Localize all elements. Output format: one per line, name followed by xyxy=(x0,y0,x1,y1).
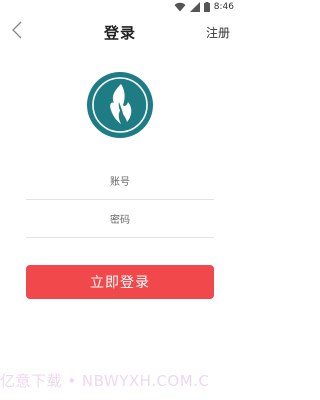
status-bar: 8:46 xyxy=(0,0,240,14)
nav-bar: 登录 注册 xyxy=(0,18,240,46)
status-time: 8:46 xyxy=(213,2,234,12)
account-field xyxy=(26,165,214,200)
register-link[interactable]: 注册 xyxy=(206,24,230,41)
password-field xyxy=(26,203,214,238)
signal-icon xyxy=(189,2,200,12)
wifi-icon xyxy=(174,2,186,12)
password-input[interactable] xyxy=(26,203,214,237)
watermark: 亿意下载 • NBWYXH.COM.C xyxy=(0,372,210,390)
login-button[interactable]: 立即登录 xyxy=(26,265,214,299)
battery-icon xyxy=(203,2,210,12)
page-title: 登录 xyxy=(103,24,136,42)
status-icons: 8:46 xyxy=(174,1,234,13)
app-logo xyxy=(87,72,153,138)
flame-logo-icon xyxy=(87,72,153,138)
account-input[interactable] xyxy=(26,165,214,199)
